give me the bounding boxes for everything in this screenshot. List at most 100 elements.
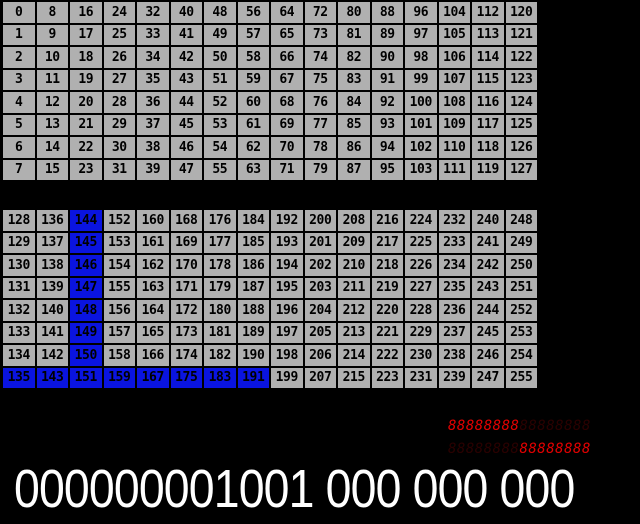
grid-cell-188[interactable]: 188 [236, 299, 270, 322]
grid-cell-69[interactable]: 69 [270, 113, 304, 136]
grid-cell-34[interactable]: 34 [136, 46, 170, 69]
grid-cell-13[interactable]: 13 [35, 113, 69, 136]
grid-cell-101[interactable]: 101 [404, 113, 438, 136]
grid-cell-63[interactable]: 63 [236, 158, 270, 181]
grid-cell-73[interactable]: 73 [303, 23, 337, 46]
grid-cell-182[interactable]: 182 [203, 344, 237, 367]
grid-cell-254[interactable]: 254 [504, 344, 538, 367]
grid-cell-121[interactable]: 121 [504, 23, 538, 46]
grid-cell-236[interactable]: 236 [437, 299, 471, 322]
grid-cell-227[interactable]: 227 [404, 276, 438, 299]
grid-cell-12[interactable]: 12 [35, 91, 69, 114]
grid-cell-127[interactable]: 127 [504, 158, 538, 181]
grid-cell-239[interactable]: 239 [437, 366, 471, 389]
grid-cell-105[interactable]: 105 [437, 23, 471, 46]
grid-cell-71[interactable]: 71 [270, 158, 304, 181]
grid-cell-151[interactable]: 151 [69, 366, 103, 389]
grid-cell-21[interactable]: 21 [69, 113, 103, 136]
grid-cell-154[interactable]: 154 [102, 254, 136, 277]
grid-cell-233[interactable]: 233 [437, 231, 471, 254]
grid-cell-244[interactable]: 244 [471, 299, 505, 322]
grid-cell-83[interactable]: 83 [337, 68, 371, 91]
grid-cell-46[interactable]: 46 [169, 136, 203, 159]
grid-cell-113[interactable]: 113 [471, 23, 505, 46]
grid-cell-206[interactable]: 206 [303, 344, 337, 367]
grid-cell-50[interactable]: 50 [203, 46, 237, 69]
grid-cell-176[interactable]: 176 [203, 209, 237, 232]
grid-cell-235[interactable]: 235 [437, 276, 471, 299]
grid-cell-2[interactable]: 2 [2, 46, 36, 69]
grid-cell-200[interactable]: 200 [303, 209, 337, 232]
grid-cell-88[interactable]: 88 [370, 1, 404, 24]
grid-cell-212[interactable]: 212 [337, 299, 371, 322]
grid-cell-92[interactable]: 92 [370, 91, 404, 114]
grid-cell-225[interactable]: 225 [404, 231, 438, 254]
grid-cell-195[interactable]: 195 [270, 276, 304, 299]
grid-cell-31[interactable]: 31 [102, 158, 136, 181]
grid-cell-64[interactable]: 64 [270, 1, 304, 24]
grid-cell-164[interactable]: 164 [136, 299, 170, 322]
grid-cell-39[interactable]: 39 [136, 158, 170, 181]
grid-cell-32[interactable]: 32 [136, 1, 170, 24]
grid-cell-251[interactable]: 251 [504, 276, 538, 299]
grid-cell-116[interactable]: 116 [471, 91, 505, 114]
grid-cell-19[interactable]: 19 [69, 68, 103, 91]
grid-cell-193[interactable]: 193 [270, 231, 304, 254]
grid-cell-245[interactable]: 245 [471, 321, 505, 344]
grid-cell-112[interactable]: 112 [471, 1, 505, 24]
grid-cell-210[interactable]: 210 [337, 254, 371, 277]
grid-cell-41[interactable]: 41 [169, 23, 203, 46]
grid-cell-80[interactable]: 80 [337, 1, 371, 24]
grid-cell-198[interactable]: 198 [270, 344, 304, 367]
grid-cell-91[interactable]: 91 [370, 68, 404, 91]
grid-cell-59[interactable]: 59 [236, 68, 270, 91]
grid-cell-149[interactable]: 149 [69, 321, 103, 344]
grid-cell-130[interactable]: 130 [2, 254, 36, 277]
grid-cell-99[interactable]: 99 [404, 68, 438, 91]
grid-cell-241[interactable]: 241 [471, 231, 505, 254]
grid-cell-95[interactable]: 95 [370, 158, 404, 181]
grid-cell-253[interactable]: 253 [504, 321, 538, 344]
grid-cell-184[interactable]: 184 [236, 209, 270, 232]
grid-cell-67[interactable]: 67 [270, 68, 304, 91]
grid-cell-74[interactable]: 74 [303, 46, 337, 69]
grid-cell-68[interactable]: 68 [270, 91, 304, 114]
grid-cell-133[interactable]: 133 [2, 321, 36, 344]
grid-cell-160[interactable]: 160 [136, 209, 170, 232]
grid-cell-219[interactable]: 219 [370, 276, 404, 299]
grid-cell-3[interactable]: 3 [2, 68, 36, 91]
grid-cell-162[interactable]: 162 [136, 254, 170, 277]
grid-cell-231[interactable]: 231 [404, 366, 438, 389]
grid-cell-192[interactable]: 192 [270, 209, 304, 232]
grid-cell-216[interactable]: 216 [370, 209, 404, 232]
grid-cell-171[interactable]: 171 [169, 276, 203, 299]
grid-cell-147[interactable]: 147 [69, 276, 103, 299]
grid-cell-217[interactable]: 217 [370, 231, 404, 254]
grid-cell-37[interactable]: 37 [136, 113, 170, 136]
grid-cell-86[interactable]: 86 [337, 136, 371, 159]
grid-cell-126[interactable]: 126 [504, 136, 538, 159]
grid-cell-85[interactable]: 85 [337, 113, 371, 136]
grid-cell-107[interactable]: 107 [437, 68, 471, 91]
grid-cell-54[interactable]: 54 [203, 136, 237, 159]
grid-cell-146[interactable]: 146 [69, 254, 103, 277]
grid-cell-96[interactable]: 96 [404, 1, 438, 24]
grid-cell-180[interactable]: 180 [203, 299, 237, 322]
grid-cell-62[interactable]: 62 [236, 136, 270, 159]
grid-cell-52[interactable]: 52 [203, 91, 237, 114]
grid-cell-166[interactable]: 166 [136, 344, 170, 367]
grid-cell-148[interactable]: 148 [69, 299, 103, 322]
grid-cell-234[interactable]: 234 [437, 254, 471, 277]
grid-cell-163[interactable]: 163 [136, 276, 170, 299]
grid-cell-213[interactable]: 213 [337, 321, 371, 344]
grid-cell-138[interactable]: 138 [35, 254, 69, 277]
grid-cell-230[interactable]: 230 [404, 344, 438, 367]
grid-cell-183[interactable]: 183 [203, 366, 237, 389]
grid-cell-45[interactable]: 45 [169, 113, 203, 136]
grid-cell-197[interactable]: 197 [270, 321, 304, 344]
grid-cell-60[interactable]: 60 [236, 91, 270, 114]
grid-cell-78[interactable]: 78 [303, 136, 337, 159]
grid-cell-35[interactable]: 35 [136, 68, 170, 91]
grid-cell-25[interactable]: 25 [102, 23, 136, 46]
grid-cell-114[interactable]: 114 [471, 46, 505, 69]
